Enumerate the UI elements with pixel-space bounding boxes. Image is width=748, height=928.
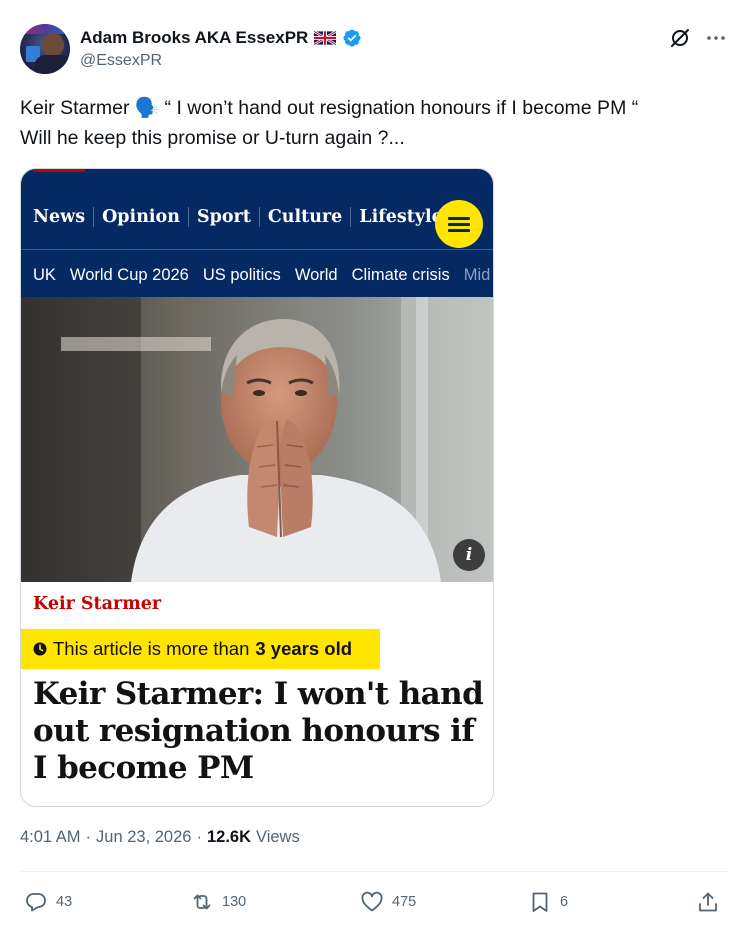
article-photo [21,297,493,582]
tweet-meta: 4:01 AM · Jun 23, 2026 · 12.6K Views [20,828,300,847]
bookmark-icon [532,892,548,912]
tweet-text-line-2: Will he keep this promise or U-turn agai… [20,127,405,149]
hamburger-menu-icon [435,200,483,248]
repost-icon [193,894,211,910]
tweet-text: Keir Starmer 🗣️ “ I won’t hand out resig… [20,93,740,153]
tweet-actions-bar: 43 130 475 6 [20,884,728,920]
pillar-news: News [33,169,93,227]
link-preview-card[interactable]: News Opinion Sport Culture Lifestyle UK … [20,168,494,807]
author-name-row[interactable]: Adam Brooks AKA EssexPR [80,27,362,49]
meta-separator: · [85,828,92,846]
bookmark-button[interactable]: 6 [528,890,568,914]
guardian-nav-bar: News Opinion Sport Culture Lifestyle UK … [21,169,493,297]
reply-icon [26,893,46,912]
pillar-opinion: Opinion [93,207,188,227]
meta-separator-2: · [196,828,202,846]
meta-divider [20,871,728,872]
author-handle[interactable]: @EssexPR [80,52,162,70]
bookmark-count: 6 [560,894,569,910]
uk-flag-icon [314,31,337,45]
pillar-sport: Sport [187,207,259,227]
repost-button[interactable]: 130 [190,890,246,914]
age-badge-prefix: This article is more than [53,638,250,659]
guardian-pillars: News Opinion Sport Culture Lifestyle [33,169,451,227]
tweet-time[interactable]: 4:01 AM [20,828,81,847]
tweet-date[interactable]: Jun 23, 2026 [96,828,191,847]
tweet-text-line-1: Keir Starmer 🗣️ “ I won’t hand out resig… [20,97,639,119]
like-button[interactable]: 475 [360,890,416,914]
subnav-uk: UK [33,266,56,284]
heart-icon [361,891,383,912]
like-count: 475 [392,894,417,910]
verified-badge-icon [343,29,361,47]
starmer-photo-illustration [21,297,493,582]
avatar[interactable] [20,24,70,74]
nav-divider [21,249,493,250]
subnav-world-cup: World Cup 2026 [69,266,189,284]
subnav-world: World [294,266,338,284]
more-options-icon[interactable] [704,26,728,50]
views-label: Views [256,828,300,846]
share-button[interactable] [696,890,720,914]
reply-button[interactable]: 43 [24,890,72,914]
image-info-button[interactable]: i [453,539,485,571]
article-headline: Keir Starmer: I won't hand out resignati… [33,676,484,786]
reply-count: 43 [56,894,73,910]
subnav-us-politics: US politics [202,266,281,284]
age-badge-emphasis: 3 years old [255,638,353,659]
article-age-badge: This article is more than 3 years old [21,629,380,669]
repost-count: 130 [222,894,247,910]
subnav-truncated: Mid [463,266,491,284]
views-count: 12.6K [206,828,251,846]
guardian-subnav: UK World Cup 2026 US politics World Clim… [33,266,490,285]
clock-icon [33,642,47,656]
author-display-name[interactable]: Adam Brooks AKA EssexPR [80,28,308,48]
grok-icon[interactable] [668,26,692,50]
pillar-culture: Culture [258,207,350,227]
subnav-climate-crisis: Climate crisis [351,266,450,284]
share-icon [699,892,717,912]
article-kicker: Keir Starmer [33,594,162,614]
